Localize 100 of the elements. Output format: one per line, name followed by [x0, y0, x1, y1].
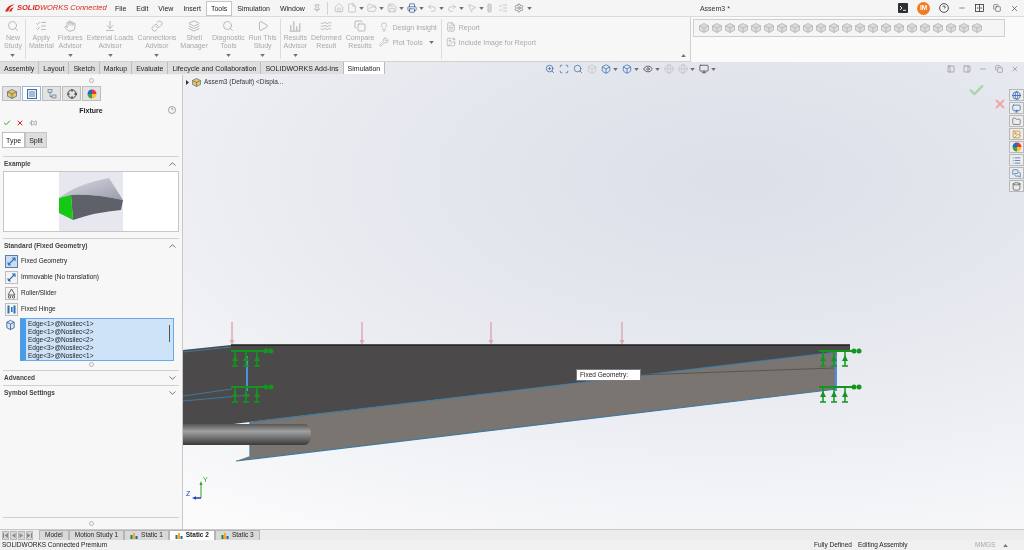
- task-pane-tab[interactable]: [1009, 167, 1024, 179]
- search-icon[interactable]: [573, 64, 584, 74]
- cube-icon[interactable]: [816, 23, 826, 33]
- cube-icon[interactable]: [725, 23, 735, 33]
- box-icon[interactable]: [622, 64, 633, 74]
- minimize-icon[interactable]: [979, 65, 987, 73]
- cube-icon[interactable]: [907, 23, 917, 33]
- cube-icon[interactable]: [881, 23, 891, 33]
- caret-down-icon[interactable]: [613, 67, 619, 71]
- restore-icon[interactable]: [995, 65, 1003, 73]
- nav-button[interactable]: [26, 531, 33, 540]
- cube-icon[interactable]: [712, 23, 722, 33]
- layers-icon: [188, 20, 201, 32]
- cube-icon[interactable]: [192, 78, 201, 87]
- cylinder-icon: [1012, 181, 1021, 191]
- cube-icon[interactable]: [790, 23, 800, 33]
- tile-windows-icon[interactable]: [975, 4, 984, 12]
- task-pane-tab[interactable]: [1009, 128, 1024, 140]
- restore-icon[interactable]: [993, 4, 1001, 12]
- wrench-icon: [379, 37, 390, 47]
- task-pane-tab[interactable]: [1009, 154, 1024, 166]
- panel-tab[interactable]: [2, 86, 21, 101]
- box-icon[interactable]: [601, 64, 612, 74]
- selected-edge[interactable]: [246, 355, 248, 392]
- checklist-icon[interactable]: [497, 3, 508, 13]
- task-pane-tab[interactable]: [1009, 102, 1024, 114]
- globe-icon: [1012, 90, 1021, 100]
- close-icon[interactable]: [16, 119, 24, 127]
- caret-down-icon[interactable]: [634, 67, 640, 71]
- caret-down-icon[interactable]: [655, 67, 661, 71]
- cube-icon[interactable]: [803, 23, 813, 33]
- panel-tab[interactable]: [82, 86, 101, 101]
- caret-up-icon[interactable]: [681, 54, 686, 57]
- drag-handle-icon[interactable]: [88, 78, 94, 83]
- caret-down-icon[interactable]: [398, 6, 404, 10]
- cube-icon[interactable]: [933, 23, 943, 33]
- pin-icon[interactable]: [312, 4, 321, 12]
- cube-icon[interactable]: [959, 23, 969, 33]
- caret-down-icon[interactable]: [438, 6, 444, 10]
- close-icon[interactable]: [1011, 65, 1019, 73]
- pin-icon[interactable]: [29, 119, 37, 127]
- caret-down-icon[interactable]: [711, 67, 717, 71]
- task-pane-tab[interactable]: [1009, 89, 1024, 101]
- pie-icon: [1011, 142, 1022, 152]
- scan-icon[interactable]: [559, 64, 570, 74]
- caret-down-icon[interactable]: [526, 6, 532, 10]
- caret-down-icon[interactable]: [418, 6, 424, 10]
- terminal-icon[interactable]: [898, 3, 908, 13]
- selected-edge[interactable]: [835, 355, 837, 392]
- arrow-marker-icon: [488, 321, 494, 345]
- house-icon[interactable]: [333, 3, 344, 13]
- cube-icon[interactable]: [751, 23, 761, 33]
- panel-right-icon[interactable]: [963, 65, 971, 73]
- cube-icon[interactable]: [894, 23, 904, 33]
- panel-tab[interactable]: [42, 86, 61, 101]
- caret-down-icon[interactable]: [478, 6, 484, 10]
- box-icon[interactable]: [587, 64, 598, 74]
- cube-icon[interactable]: [829, 23, 839, 33]
- settings-icon[interactable]: [513, 3, 524, 13]
- fixture-symbol-icon: [818, 348, 862, 367]
- caret-down-icon[interactable]: [378, 6, 384, 10]
- scrollbar[interactable]: [169, 325, 170, 342]
- cube-icon[interactable]: [868, 23, 878, 33]
- lightbulb-icon: [379, 22, 390, 32]
- eye-icon[interactable]: [643, 64, 654, 74]
- monitor-icon[interactable]: [699, 64, 710, 74]
- fixture-symbol-icon: [230, 348, 274, 367]
- printer-icon[interactable]: [406, 3, 417, 13]
- panel-tab[interactable]: [22, 86, 41, 101]
- minimize-icon[interactable]: [958, 4, 966, 12]
- cube-icon[interactable]: [972, 23, 982, 33]
- help-icon[interactable]: [939, 3, 949, 13]
- pie-icon: [86, 88, 97, 99]
- caret-up-icon[interactable]: [1003, 543, 1008, 547]
- cube-icon[interactable]: [920, 23, 930, 33]
- task-pane-tab[interactable]: [1009, 115, 1024, 127]
- cube-icon[interactable]: [946, 23, 956, 33]
- panel-tab[interactable]: [62, 86, 81, 101]
- drag-handle-icon[interactable]: [88, 521, 94, 526]
- fixture-symbol-icon: [230, 384, 274, 403]
- close-icon[interactable]: [1010, 3, 1019, 13]
- task-pane-tab[interactable]: [1009, 180, 1024, 192]
- caret-down-icon[interactable]: [358, 6, 364, 10]
- document-icon: [445, 22, 456, 32]
- caret-right-icon[interactable]: [186, 80, 189, 85]
- cube-icon[interactable]: [764, 23, 774, 33]
- cube-icon[interactable]: [777, 23, 787, 33]
- cube-icon[interactable]: [738, 23, 748, 33]
- monitor-icon: [1012, 103, 1021, 113]
- cube-icon[interactable]: [842, 23, 852, 33]
- caret-down-icon[interactable]: [458, 6, 464, 10]
- cube-icon[interactable]: [699, 23, 709, 33]
- caret-down-icon[interactable]: [690, 67, 696, 71]
- zoom-in-icon[interactable]: [545, 64, 556, 74]
- task-pane-tab[interactable]: [1009, 141, 1024, 153]
- cube-icon[interactable]: [855, 23, 865, 33]
- check-icon[interactable]: [3, 119, 11, 127]
- drag-handle-icon[interactable]: [88, 362, 94, 367]
- wave-icon: [320, 20, 333, 32]
- panel-left-icon[interactable]: [947, 65, 955, 73]
